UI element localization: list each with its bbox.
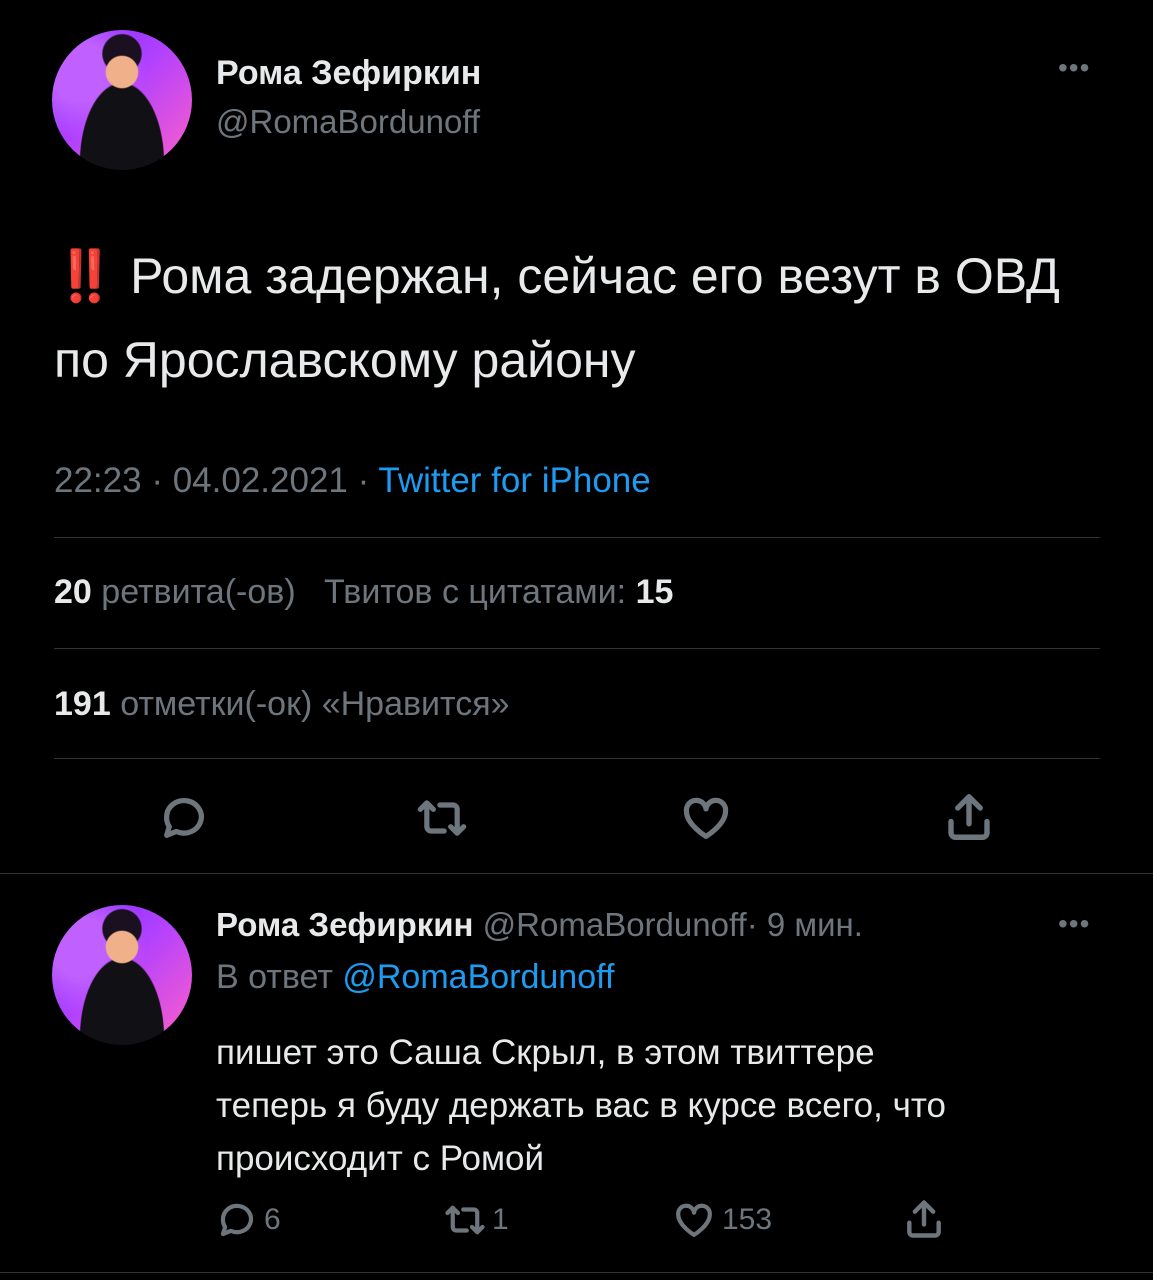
reply-count: 6 [264,1203,281,1236]
meta-separator-2: · [357,461,370,500]
reply-action-like[interactable]: 153 [672,1198,772,1242]
reply-to-link[interactable]: @RomaBordunoff [342,958,614,996]
tweet-text: ‼️ Рома задержан, сейчас его везут в ОВД… [54,234,1114,402]
reply-more-dots-icon[interactable]: ••• [1058,908,1090,940]
likes-link[interactable]: 191 отметки(-ок) «Нравится» [54,685,510,724]
tweet-date: 04.02.2021 [172,461,348,500]
retweets-label: ретвита(-ов) [101,573,296,611]
more-dots-icon[interactable]: ••• [1058,52,1090,84]
quotes-count: 15 [635,573,674,611]
likes-label: отметки(-ок) «Нравится» [120,685,510,723]
reply-icon[interactable] [158,792,210,844]
reply-avatar[interactable] [52,905,192,1045]
reply-text-line: происходит с Ромой [216,1139,545,1178]
retweets-count: 20 [54,573,92,611]
likes-count: 191 [54,685,111,723]
tweet-meta: 22:23 · 04.02.2021 · Twitter for iPhone [54,461,651,501]
reply-time[interactable]: 9 мин. [767,906,863,943]
meta-separator: · [151,461,163,500]
reply-to-line: В ответ @RomaBordunoff [216,958,614,997]
tweet-time: 22:23 [54,461,142,500]
avatar[interactable] [52,30,192,170]
retweets-link[interactable]: 20 ретвита(-ов) [54,573,305,611]
share-icon[interactable] [902,1196,946,1242]
reply-prefix: В ответ [216,958,333,996]
reply-header: Рома Зефиркин @RomaBordunoff· 9 мин. [216,906,863,944]
divider [0,1272,1153,1273]
tweet-text-content: Рома задержан, сейчас его везут в ОВД по… [54,248,1060,388]
reply-author-handle[interactable]: @RomaBordunoff [483,906,747,943]
author-handle[interactable]: @RomaBordunoff [216,103,480,141]
reply-separator: · [746,906,758,943]
reply-text-line: теперь я буду держать вас в курсе всего,… [216,1086,946,1125]
reply-text: пишет это Саша Скрыл, в этом твиттере те… [216,1026,946,1185]
retweet-icon [445,1205,485,1235]
retweet-icon[interactable] [412,792,472,844]
divider [54,758,1100,759]
tweet-source-link[interactable]: Twitter for iPhone [378,461,650,500]
reply-author-name[interactable]: Рома Зефиркин [216,906,474,943]
reply-text-line: пишет это Саша Скрыл, в этом твиттере [216,1033,875,1072]
quotes-label: Твитов с цитатами: [324,573,627,611]
reply-action-reply[interactable]: 6 [216,1198,281,1242]
reply-icon [220,1203,254,1237]
divider [0,873,1153,874]
like-icon [676,1203,712,1237]
divider [54,537,1100,538]
reply-action-retweet[interactable]: 1 [440,1198,509,1242]
retweet-stats: 20 ретвита(-ов) Твитов с цитатами: 15 [54,573,673,612]
divider [54,648,1100,649]
quotes-link[interactable]: Твитов с цитатами: 15 [324,573,673,611]
author-name[interactable]: Рома Зефиркин [216,54,481,93]
like-icon[interactable] [678,792,734,844]
double-exclamation-icon: ‼️ [54,248,117,304]
share-icon[interactable] [942,790,996,844]
like-count: 153 [722,1203,773,1236]
retweet-count: 1 [492,1203,509,1236]
